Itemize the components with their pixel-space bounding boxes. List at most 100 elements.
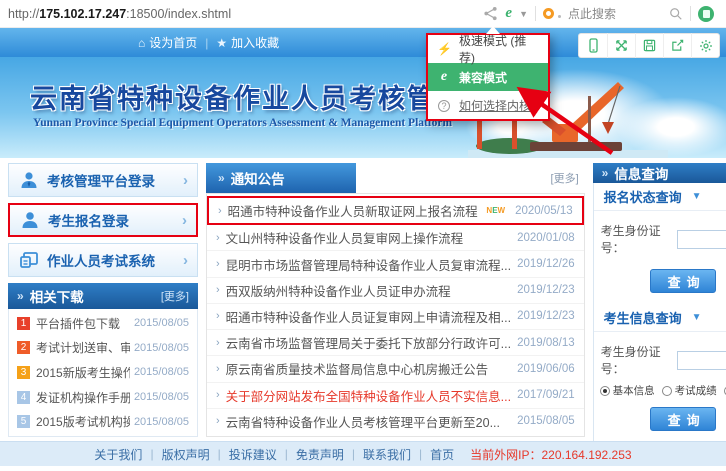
list-item[interactable]: ›云南省特种设备作业人员考核管理平台更新至20...2015/08/05 — [207, 409, 584, 434]
list-item[interactable]: ›昆明市市场监督管理局特种设备作业人员复审流程...2019/12/26 — [207, 251, 584, 277]
section-label: 考生信息查询 — [604, 308, 682, 327]
downloads-title: 相关下载 — [30, 286, 84, 306]
ie-mode-icon[interactable]: e — [505, 5, 512, 22]
arrow-bullet-icon: › — [216, 232, 220, 244]
tab-notices[interactable]: »通知公告 — [206, 163, 356, 193]
menu-item-label: 兼容模式 — [459, 69, 507, 86]
downloads-panel: » 相关下载 [更多] 1平台插件包下载2015/08/05 2考试计划送审、审… — [8, 283, 198, 437]
external-ip-label: 当前外网IP：220.164.192.253 — [470, 446, 631, 463]
chevron-right-icon: › — [183, 252, 188, 269]
list-item[interactable]: ›西双版纳州特种设备作业人员证申办流程2019/12/23 — [207, 278, 584, 304]
arrow-bullet-icon: › — [216, 258, 220, 270]
arrow-bullet-icon: › — [216, 337, 220, 349]
sidebar-item-label: 考核管理平台登录 — [47, 170, 183, 190]
query-header: » 信息查询 — [593, 163, 726, 183]
footer-link-disclaimer[interactable]: 免责声明 — [296, 446, 344, 463]
radio-basic-info[interactable]: 基本信息 — [600, 383, 655, 398]
ie-icon: e — [437, 69, 451, 85]
notices-list: ›昭通市特种设备作业人员新取证网上报名流程NEW2020/05/13 ›文山州特… — [206, 193, 585, 437]
person-icon — [19, 210, 41, 230]
list-item[interactable]: ›文山州特种设备作业人员复审网上操作流程2020/01/08 — [207, 225, 584, 251]
list-item[interactable]: ›云南省市场监督管理局关于委托下放部分行政许可...2019/08/13 — [207, 330, 584, 356]
list-item[interactable]: 32015新版考生操作...2015/08/05 — [9, 360, 197, 385]
question-icon: ? — [437, 98, 451, 112]
footer-link-complaints[interactable]: 投诉建议 — [229, 446, 277, 463]
list-item[interactable]: ›原云南省质量技术监督局信息中心机房搬迁公告2019/06/06 — [207, 356, 584, 382]
arrow-bullet-icon: › — [218, 205, 222, 217]
person-tie-icon — [18, 170, 40, 190]
downloads-list: 1平台插件包下载2015/08/05 2考试计划送审、审核 ...2015/08… — [8, 309, 198, 437]
id-number-form: 考生身份证号： — [594, 332, 726, 381]
settings-icon[interactable] — [691, 33, 719, 58]
id-number-form: 考生身份证号： — [594, 211, 726, 260]
site-footer: 关于我们| 版权声明| 投诉建议| 免责声明| 联系我们| 首页 当前外网IP：… — [0, 441, 726, 466]
list-item[interactable]: ›昭通市特种设备作业人员新取证网上报名流程NEW2020/05/13 — [207, 196, 584, 225]
extension-icon[interactable] — [698, 6, 714, 22]
new-badge: NEW — [486, 206, 505, 215]
browser-mode-menu: ⚡ 极速模式 (推荐) e 兼容模式 ? 如何选择内核 — [426, 33, 550, 121]
divider: | — [419, 447, 422, 461]
rank-badge: 1 — [17, 317, 30, 330]
list-item[interactable]: ›昭通市特种设备作业人员证复审网上申请流程及相...2019/12/23 — [207, 304, 584, 330]
footer-link-home[interactable]: 首页 — [430, 446, 454, 463]
radio-icon — [662, 386, 672, 396]
set-home-link[interactable]: ⌂设为首页 — [138, 34, 197, 51]
menu-item-kernel-help[interactable]: ? 如何选择内核 — [428, 91, 548, 119]
arrow-bullet-icon: › — [216, 284, 220, 296]
section-label: 报名状态查询 — [604, 187, 682, 206]
chevron-down-icon[interactable]: ▼ — [519, 9, 528, 19]
divider — [690, 6, 691, 21]
add-favorite-link[interactable]: ★加入收藏 — [216, 34, 279, 51]
url-host: 175.102.17.247 — [39, 7, 126, 21]
home-icon: ⌂ — [138, 36, 145, 50]
arrow-bullet-icon: › — [216, 310, 220, 322]
arrow-bullet-icon: › — [216, 389, 220, 401]
menu-item-speed-mode[interactable]: ⚡ 极速模式 (推荐) — [428, 35, 548, 63]
save-icon[interactable] — [635, 33, 663, 58]
capture-icon[interactable] — [607, 33, 635, 58]
registration-status-section[interactable]: 报名状态查询▼ — [594, 183, 726, 211]
radio-exam-score[interactable]: 考试成绩 — [662, 383, 717, 398]
query-title: 信息查询 — [614, 163, 668, 183]
sidebar-item-exam-system[interactable]: 作业人员考试系统 › — [8, 243, 198, 277]
search-icon[interactable] — [669, 7, 683, 21]
mobile-icon[interactable] — [579, 33, 607, 58]
url-text[interactable]: http://175.102.17.247:18500/index.shtml — [8, 7, 231, 21]
candidate-info-section[interactable]: 考生信息查询▼ — [594, 304, 726, 332]
footer-link-copyright[interactable]: 版权声明 — [162, 446, 210, 463]
id-number-input[interactable] — [677, 351, 726, 370]
divider — [535, 6, 536, 21]
notices-more-link[interactable]: [更多] — [551, 170, 585, 186]
list-item[interactable]: 2考试计划送审、审核 ...2015/08/05 — [9, 336, 197, 361]
share-page-icon[interactable] — [663, 33, 691, 58]
share-icon[interactable] — [483, 6, 498, 21]
radio-icon — [600, 386, 610, 396]
chevron-right-icon: › — [182, 212, 187, 229]
lightning-icon: ⚡ — [437, 42, 451, 56]
downloads-more-link[interactable]: [更多] — [161, 288, 189, 304]
menu-item-label: 极速模式 (推荐) — [459, 32, 539, 66]
url-path: :18500/index.shtml — [126, 7, 231, 21]
arrow-bullet-icon: › — [216, 415, 220, 427]
search-logo-icon[interactable] — [543, 8, 554, 19]
menu-caret — [486, 26, 500, 34]
rank-badge: 3 — [17, 366, 30, 379]
menu-item-compat-mode[interactable]: e 兼容模式 — [428, 63, 548, 91]
search-box[interactable]: 点此搜索 — [568, 5, 616, 22]
sidebar-item-admin-login[interactable]: 考核管理平台登录 › — [8, 163, 198, 197]
list-item[interactable]: 52015版考试机构操...2015/08/05 — [9, 409, 197, 434]
downloads-header: » 相关下载 [更多] — [8, 283, 198, 309]
list-item[interactable]: ›关于部分网站发布全国特种设备作业人员不实信息...2017/09/21 — [207, 383, 584, 409]
sidebar-item-candidate-login[interactable]: 考生报名登录 › — [8, 203, 198, 237]
footer-link-about[interactable]: 关于我们 — [94, 446, 142, 463]
id-number-input[interactable] — [677, 230, 726, 249]
menu-item-label: 如何选择内核 — [459, 97, 531, 114]
id-number-label: 考生身份证号： — [601, 222, 675, 256]
query-button[interactable]: 查询 — [650, 269, 716, 293]
list-item[interactable]: 1平台插件包下载2015/08/05 — [9, 311, 197, 336]
query-button[interactable]: 查询 — [650, 407, 716, 431]
footer-link-contact[interactable]: 联系我们 — [363, 446, 411, 463]
browser-address-bar[interactable]: http://175.102.17.247:18500/index.shtml … — [0, 0, 726, 28]
info-type-radios: 基本信息 考试成绩 证书情况 — [594, 381, 726, 398]
list-item[interactable]: 4发证机构操作手册2015/08/05 — [9, 385, 197, 410]
